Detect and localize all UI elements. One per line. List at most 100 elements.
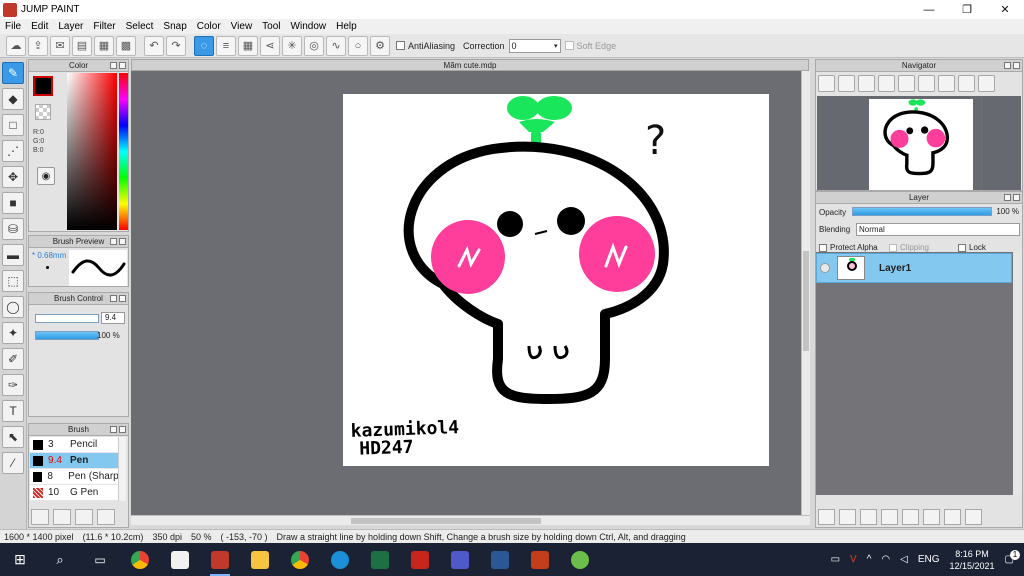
panel-float-icon[interactable] [110,62,117,69]
rectangle-tool-icon[interactable]: □ [2,114,24,136]
maximize-button[interactable]: ❐ [948,0,986,19]
cloud-icon[interactable]: ☁ [6,35,26,56]
powerpoint-taskbar-icon[interactable] [520,543,560,576]
document-tab[interactable]: Mãm cute.mdp [131,59,809,71]
brush-size-value[interactable]: 9.4 [101,312,125,324]
menu-select[interactable]: Select [121,21,159,32]
panel-float-icon[interactable] [1004,194,1011,201]
new-layer-8bit-icon[interactable] [839,509,856,525]
menu-file[interactable]: File [0,21,26,32]
clipping-row[interactable]: Clipping [889,243,929,252]
windows-start-icon[interactable]: ⊞ [0,543,40,576]
flip-icon[interactable] [918,75,935,92]
brush-add-icon[interactable] [31,509,49,525]
panel-close-icon[interactable] [1013,194,1020,201]
palette-icon[interactable]: ◉ [37,167,55,185]
file-explorer-taskbar-icon[interactable] [240,543,280,576]
antialiasing-checkbox[interactable] [396,41,405,50]
menu-view[interactable]: View [226,21,258,32]
navigator-view[interactable] [817,96,1021,190]
minimize-button[interactable]: — [910,0,948,19]
edge-taskbar-icon[interactable] [320,543,360,576]
panel-close-icon[interactable] [119,62,126,69]
brush-item-pen-sharp[interactable]: 8 Pen (Sharp) [30,469,119,485]
new-folder-icon[interactable] [902,509,919,525]
panel-float-icon[interactable] [110,238,117,245]
menu-filter[interactable]: Filter [88,21,120,32]
brush-copy-icon[interactable] [53,509,71,525]
language-indicator[interactable]: ENG [918,554,940,565]
horizontal-scroll-thumb[interactable] [351,518,541,524]
blending-select[interactable]: Normal [856,223,1020,236]
select-tool-icon[interactable]: ⬚ [2,270,24,292]
search-icon[interactable]: ⌕ [40,543,80,576]
brush-list-scrollbar[interactable] [118,437,126,501]
brush-item-pen[interactable]: 9.4 Pen [30,453,119,469]
merge-layer-icon[interactable] [944,509,961,525]
word-taskbar-icon[interactable] [480,543,520,576]
eraser-tool-icon[interactable]: ◆ [2,88,24,110]
jump-paint-taskbar-icon[interactable] [200,543,240,576]
undo-icon[interactable]: ↶ [144,35,164,56]
protect-alpha-checkbox[interactable] [819,243,827,252]
rotate-left-icon[interactable] [898,75,915,92]
brush-item-g-pen[interactable]: 10 G Pen [30,485,119,501]
chevron-up-icon[interactable]: ^ [867,554,872,565]
teams-taskbar-icon[interactable] [440,543,480,576]
new-halftone-layer-icon[interactable] [881,509,898,525]
operation-tool-icon[interactable]: ⬉ [2,426,24,448]
panel-close-icon[interactable] [1013,62,1020,69]
duplicate-layer-icon[interactable] [923,509,940,525]
keyboard-icon[interactable]: ▭ [831,554,840,565]
brush-opacity-slider[interactable] [35,331,99,340]
redo-icon[interactable]: ↷ [166,35,186,56]
lock-view-icon[interactable] [978,75,995,92]
snap-off-icon[interactable]: ◌ [194,35,214,56]
volume-icon[interactable]: ◁ [900,554,908,565]
soft-edge-checkbox[interactable] [564,41,574,50]
layer-row[interactable]: Layer1 [816,253,1012,283]
clock[interactable]: 8:16 PM 12/15/2021 [950,548,995,572]
grid-icon[interactable]: ▩ [116,35,136,56]
brush-tool-icon[interactable]: ✎ [2,62,24,84]
wifi-icon[interactable]: ◠ [881,554,890,565]
visibility-icon[interactable] [820,263,830,273]
background-color-swatch[interactable] [35,104,51,120]
hue-slider[interactable] [119,73,128,230]
magic-wand-tool-icon[interactable]: ✦ [2,322,24,344]
snap-ellipse-icon[interactable]: ○ [348,35,368,56]
saturation-value-field[interactable] [67,73,117,230]
brush-delete-icon[interactable] [97,509,115,525]
excel-taskbar-icon[interactable] [360,543,400,576]
dot-tool-icon[interactable]: ⋰ [2,140,24,162]
snap-parallel-icon[interactable]: ≡ [216,35,236,56]
share-icon[interactable]: ⇪ [28,35,48,56]
panel-close-icon[interactable] [119,238,126,245]
lasso-tool-icon[interactable]: ◯ [2,296,24,318]
panel-close-icon[interactable] [119,426,126,433]
comment-icon[interactable]: ▤ [72,35,92,56]
move-tool-icon[interactable]: ✥ [2,166,24,188]
menu-window[interactable]: Window [286,21,332,32]
menu-help[interactable]: Help [331,21,362,32]
menu-snap[interactable]: Snap [158,21,191,32]
store-taskbar-icon[interactable] [160,543,200,576]
snap-settings-icon[interactable]: ⚙ [370,35,390,56]
app-taskbar-icon[interactable] [560,543,600,576]
menu-color[interactable]: Color [192,21,226,32]
brush-settings-icon[interactable] [75,509,93,525]
menu-edit[interactable]: Edit [26,21,53,32]
chrome-alt-taskbar-icon[interactable] [280,543,320,576]
horizontal-scrollbar[interactable] [131,515,810,525]
vertical-scroll-thumb[interactable] [803,251,809,351]
new-layer-1bit-icon[interactable] [860,509,877,525]
delete-layer-icon[interactable] [965,509,982,525]
close-button[interactable]: ✕ [986,0,1024,19]
layer-opacity-slider[interactable] [852,207,992,216]
zoom-out-icon[interactable] [838,75,855,92]
snap-curve-icon[interactable]: ∿ [326,35,346,56]
new-layer-icon[interactable] [818,509,835,525]
text-tool-icon[interactable]: T [2,400,24,422]
vertical-scrollbar[interactable] [801,71,810,515]
fill-shape-tool-icon[interactable]: ■ [2,192,24,214]
